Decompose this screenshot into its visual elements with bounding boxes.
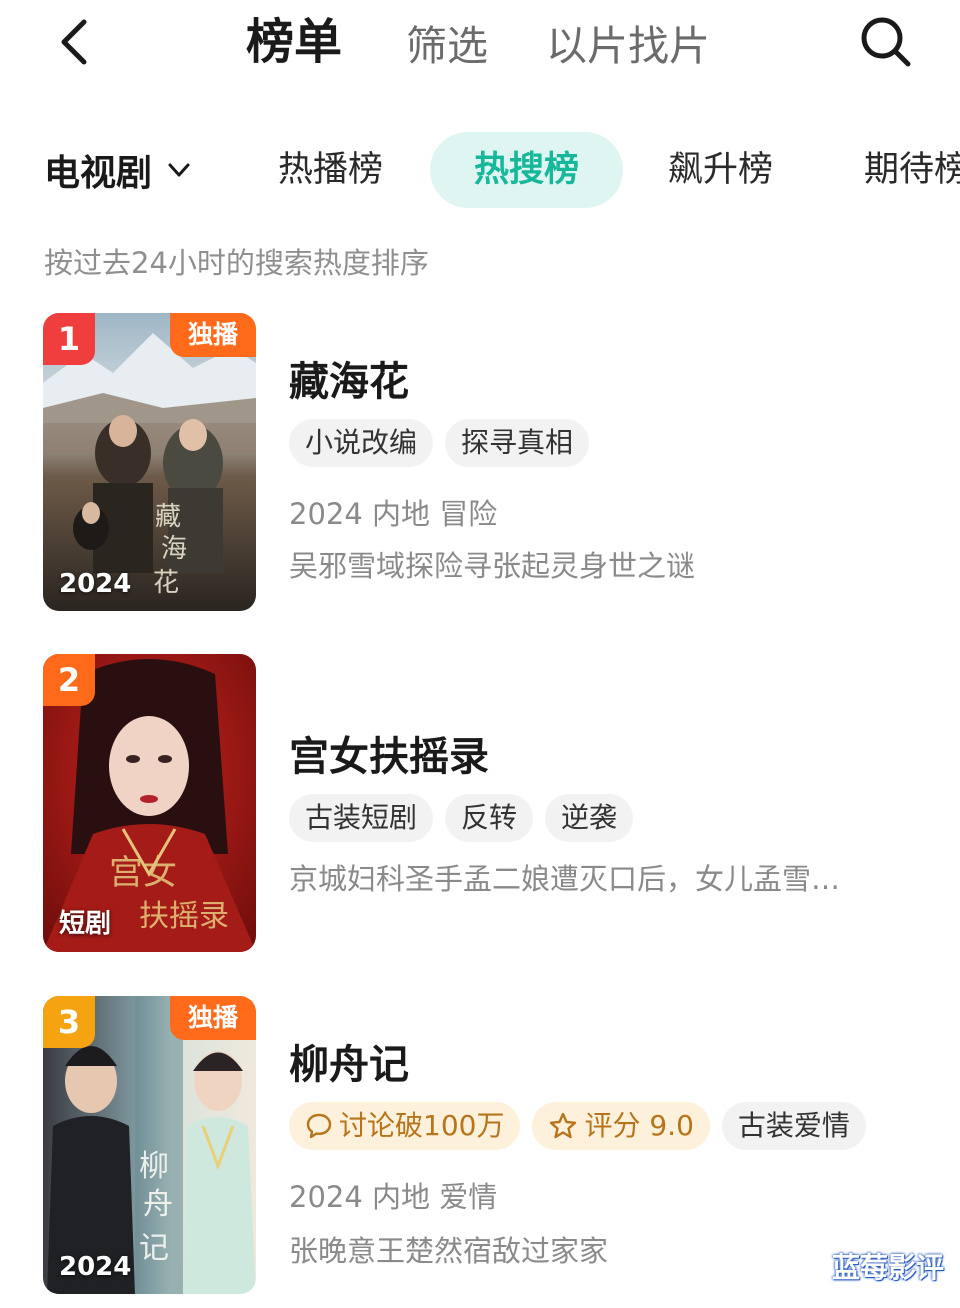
svg-text:舟: 舟 [143,1187,173,1222]
tag[interactable]: 反转 [445,794,534,842]
item-description: 吴邪雪域探险寻张起灵身世之谜 [289,549,696,583]
rating-tag[interactable]: 评分 9.0 [532,1102,710,1150]
tab-hot-play[interactable]: 热播榜 [278,132,383,208]
exclusive-badge: 独播 [170,313,256,357]
tab-anticipated[interactable]: 期待榜 [864,132,960,208]
poster-image[interactable]: 宫女 扶摇录 2 短剧 [43,654,256,952]
star-icon [550,1112,577,1139]
tab-rankings[interactable]: 榜单 [246,12,342,72]
category-dropdown[interactable]: 电视剧 [44,140,192,200]
discussion-tag-label: 讨论破100万 [339,1109,505,1142]
tag-list: 古装短剧 反转 逆袭 [289,794,634,842]
search-icon [861,17,911,67]
svg-text:记: 记 [139,1231,169,1266]
svg-text:藏: 藏 [155,502,181,532]
search-button[interactable] [856,12,916,72]
tag-list: 小说改编 探寻真相 [289,419,590,467]
item-description: 京城妇科圣手孟二娘遭灭口后，女儿孟雪… [289,862,841,896]
svg-text:花: 花 [153,568,179,598]
comment-bubble-icon [306,1113,332,1139]
svg-text:宫女: 宫女 [109,853,177,893]
tag[interactable]: 古装短剧 [289,794,434,842]
list-item[interactable]: 藏 海 花 1 独播 2024 藏海花 小说改编 探寻真相 2024 内地 冒险… [0,313,960,613]
item-title[interactable]: 柳舟记 [289,1032,409,1090]
chevron-down-icon [168,163,190,177]
discussion-tag[interactable]: 讨论破100万 [289,1102,521,1150]
tab-filter[interactable]: 筛选 [406,16,488,76]
item-title[interactable]: 宫女扶摇录 [289,724,489,782]
tab-hot-search[interactable]: 热搜榜 [430,132,624,208]
list-item[interactable]: 柳 舟 记 3 独播 2024 柳舟记 讨论破100万 评分 9.0 古装爱情 … [0,996,960,1296]
svg-text:扶摇录: 扶摇录 [139,899,229,934]
watermark: 蓝莓影评 [831,1251,944,1284]
tab-find-by-film[interactable]: 以片找片 [546,16,710,76]
item-description: 张晚意王楚然宿敌过家家 [289,1234,609,1268]
chevron-left-icon [61,19,87,65]
tag[interactable]: 古装爱情 [721,1102,866,1150]
item-meta: 2024 内地 冒险 [289,497,498,531]
item-meta: 2024 内地 爱情 [289,1180,498,1214]
category-tab-row: 电视剧 热播榜 热搜榜 飙升榜 期待榜 [0,126,960,216]
rank-badge: 2 [43,654,95,706]
poster-year-label: 2024 [59,1252,132,1282]
poster-type-label: 短剧 [59,909,112,939]
poster-image[interactable]: 藏 海 花 1 独播 2024 [43,313,256,611]
list-item[interactable]: 宫女 扶摇录 2 短剧 宫女扶摇录 古装短剧 反转 逆袭 京城妇科圣手孟二娘遭灭… [0,654,960,954]
poster-year-label: 2024 [59,569,132,599]
category-dropdown-label: 电视剧 [44,153,153,194]
svg-text:柳: 柳 [139,1149,169,1184]
tag[interactable]: 小说改编 [289,419,434,467]
rank-badge: 3 [43,996,95,1048]
poster-image[interactable]: 柳 舟 记 3 独播 2024 [43,996,256,1294]
ranking-description: 按过去24小时的搜索热度排序 [44,246,429,280]
item-title[interactable]: 藏海花 [289,349,409,407]
tag-list: 讨论破100万 评分 9.0 古装爱情 [289,1102,866,1150]
rating-tag-label: 评分 9.0 [584,1109,694,1142]
back-button[interactable] [52,14,100,70]
rank-badge: 1 [43,313,95,365]
svg-text:海: 海 [161,534,187,564]
tab-rising[interactable]: 飙升榜 [668,132,773,208]
top-navigation-bar: 榜单 筛选 以片找片 [0,0,960,90]
tag[interactable]: 探寻真相 [445,419,590,467]
tag[interactable]: 逆袭 [545,794,634,842]
exclusive-badge: 独播 [170,996,256,1040]
